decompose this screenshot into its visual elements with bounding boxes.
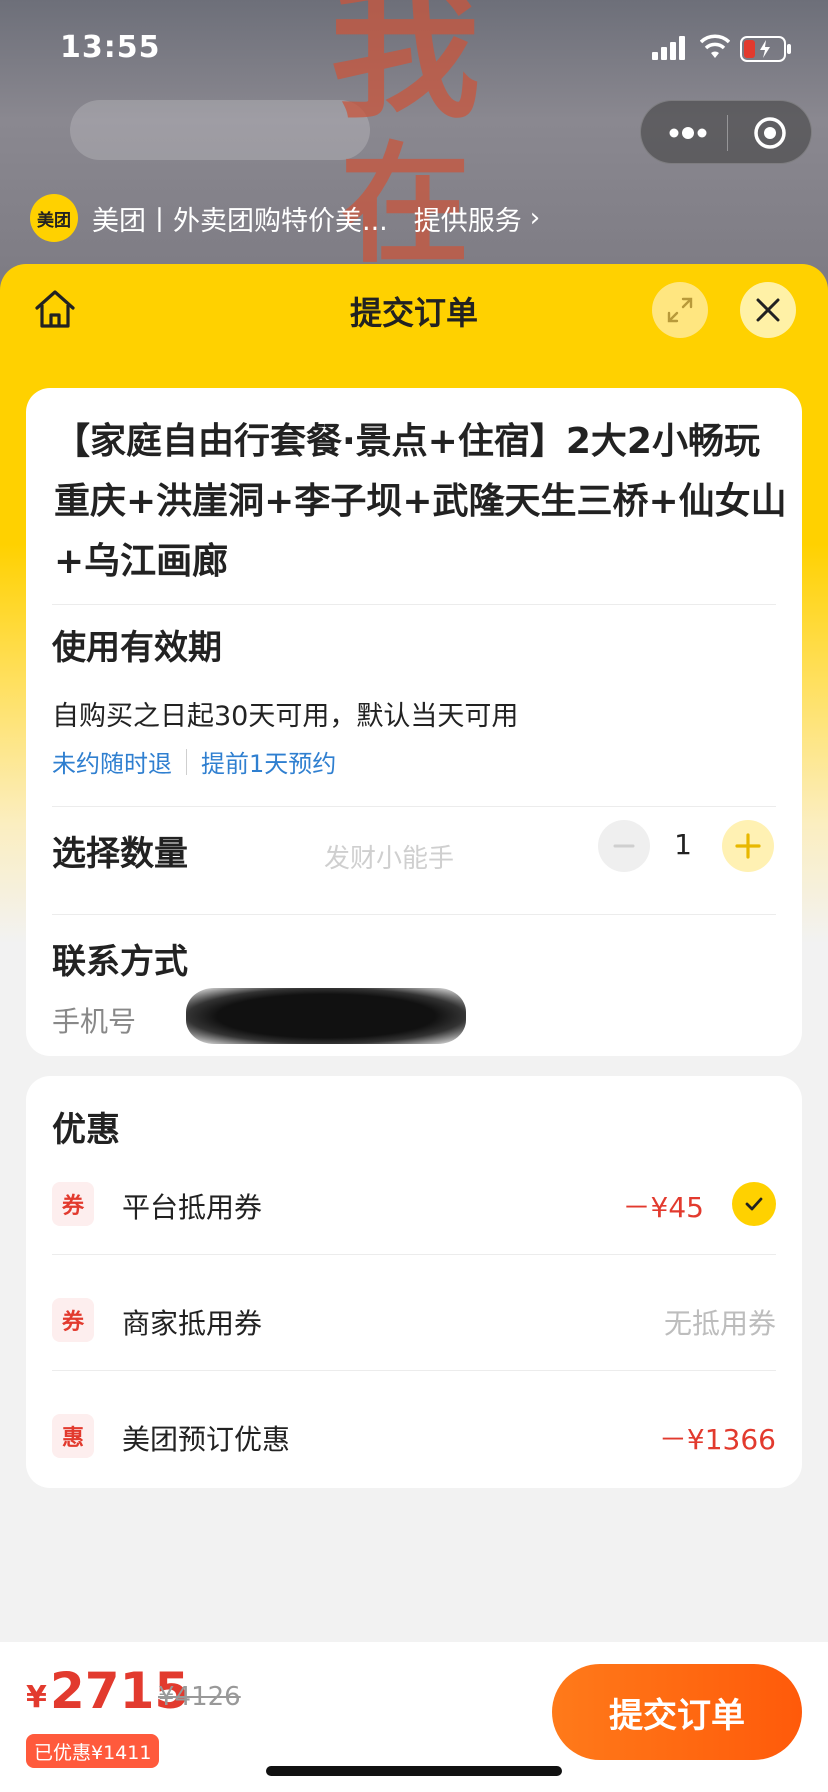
battery-icon <box>740 36 791 62</box>
checkmark-glyph <box>745 1197 763 1211</box>
phone-number-redacted[interactable] <box>186 988 466 1044</box>
coupon-badge: 券 <box>52 1298 94 1342</box>
wifi-icon <box>700 34 730 58</box>
check-icon[interactable] <box>732 1182 776 1226</box>
divider <box>52 1254 776 1255</box>
provider-name: 美团丨外卖团购特价美... <box>92 205 388 237</box>
divider <box>52 604 776 605</box>
sheet-header: 提交订单 <box>0 264 828 354</box>
policy-tags: 未约随时退 提前1天预约 <box>52 744 336 779</box>
promo-badge: 惠 <box>52 1414 94 1458</box>
discount-name: 商家抵用券 <box>122 1307 263 1340</box>
discount-row-booking-promo: 惠 美团预订优惠 －¥1366 <box>52 1408 776 1464</box>
divider <box>52 1370 776 1371</box>
close-icon <box>756 298 780 322</box>
order-sheet: 提交订单 【家庭自由行套餐·景点+住宿】2大2小畅玩重庆+洪崖洞+李子坝+武隆天… <box>0 264 828 1792</box>
discount-value: 无抵用券 <box>663 1307 776 1340</box>
discount-value: －¥45 <box>622 1191 704 1224</box>
quantity-minus-button[interactable] <box>598 820 650 872</box>
status-bar: 13:55 <box>0 0 828 100</box>
currency-symbol: ¥ <box>26 1680 47 1715</box>
discount-row-merchant-coupon[interactable]: 券 商家抵用券 无抵用券 <box>52 1292 776 1348</box>
close-button[interactable] <box>740 282 796 338</box>
order-card: 【家庭自由行套餐·景点+住宿】2大2小畅玩重庆+洪崖洞+李子坝+武隆天生三桥+仙… <box>26 388 802 1056</box>
provider-service-label: 提供服务 <box>413 205 522 237</box>
discount-row-platform-coupon[interactable]: 券 平台抵用券 －¥45 <box>52 1176 776 1232</box>
saved-badge: 已优惠¥1411 <box>26 1734 160 1768</box>
phone-label: 手机号 <box>52 1005 137 1038</box>
capsule-divider <box>727 115 728 151</box>
refund-tag: 未约随时退 <box>52 750 172 778</box>
quantity-value: 1 <box>674 828 692 861</box>
quantity-plus-button[interactable] <box>722 820 774 872</box>
provider-row[interactable]: 美团 美团丨外卖团购特价美... 提供服务 › <box>30 194 540 242</box>
discount-title: 优惠 <box>52 1110 120 1150</box>
meituan-logo: 美团 <box>30 194 78 242</box>
discount-value: －¥1366 <box>658 1423 776 1456</box>
divider <box>52 914 776 915</box>
chevron-right-icon: › <box>529 203 541 233</box>
target-icon[interactable] <box>745 113 795 153</box>
signal-icon <box>652 36 685 60</box>
booking-tag: 提前1天预约 <box>201 750 337 778</box>
status-time: 13:55 <box>60 30 161 65</box>
expand-button[interactable] <box>652 282 708 338</box>
tag-separator <box>186 748 187 775</box>
submit-order-button[interactable]: 提交订单 <box>552 1664 802 1760</box>
miniprogram-capsule <box>640 100 812 164</box>
more-dots-icon[interactable] <box>663 119 713 147</box>
validity-label: 使用有效期 <box>52 628 222 668</box>
plus-icon <box>735 833 761 859</box>
discount-name: 平台抵用券 <box>122 1191 263 1224</box>
contact-label: 联系方式 <box>52 942 188 982</box>
background-pill <box>70 100 370 160</box>
divider <box>52 806 776 807</box>
original-price: ¥4126 <box>158 1682 241 1712</box>
product-title: 【家庭自由行套餐·景点+住宿】2大2小畅玩重庆+洪崖洞+李子坝+武隆天生三桥+仙… <box>54 421 787 582</box>
expand-icon <box>667 297 693 323</box>
coupon-badge: 券 <box>52 1182 94 1226</box>
quantity-label: 选择数量 <box>52 834 188 874</box>
validity-text: 自购买之日起30天可用，默认当天可用 <box>52 701 519 732</box>
discount-name: 美团预订优惠 <box>122 1423 291 1456</box>
discount-card: 优惠 券 平台抵用券 －¥45 券 商家抵用券 无抵用券 惠 美团预订优惠 －¥… <box>26 1076 802 1488</box>
watermark: 发财小能手 <box>324 844 455 874</box>
home-indicator <box>266 1766 562 1776</box>
minus-icon <box>613 844 635 848</box>
